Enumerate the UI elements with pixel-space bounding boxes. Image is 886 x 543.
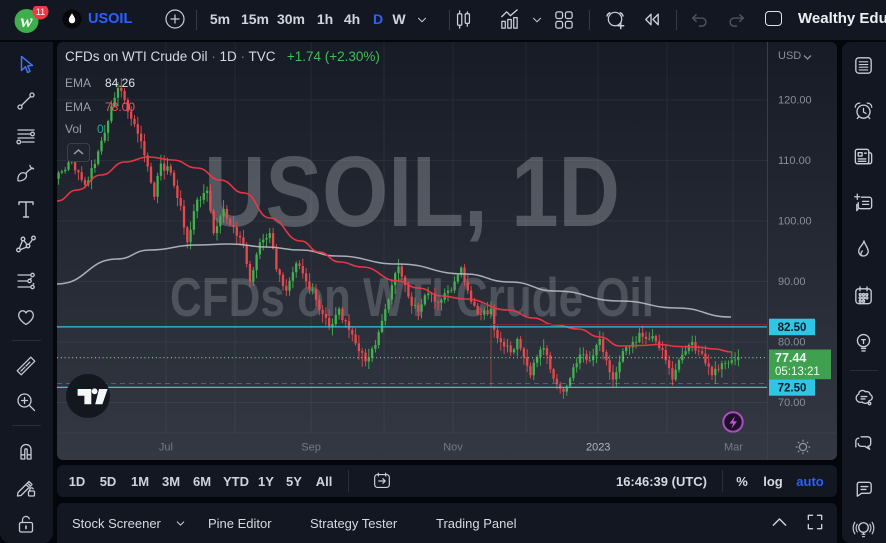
- svg-text:82.50: 82.50: [778, 322, 807, 334]
- svg-text:70.00: 70.00: [778, 397, 806, 409]
- svg-text:2023: 2023: [586, 442, 610, 454]
- svg-text:w: w: [20, 11, 33, 31]
- svg-text:100.00: 100.00: [778, 216, 812, 228]
- svg-text:USD: USD: [778, 50, 801, 62]
- svg-text:72.50: 72.50: [778, 382, 807, 394]
- svg-text:77.44: 77.44: [775, 351, 806, 365]
- svg-text:Sep: Sep: [301, 442, 321, 454]
- svg-text:Nov: Nov: [443, 442, 463, 454]
- svg-text:80.00: 80.00: [778, 337, 806, 349]
- svg-text:05:13:21: 05:13:21: [775, 366, 820, 378]
- svg-text:USOIL, 1D: USOIL, 1D: [204, 136, 620, 248]
- svg-text:110.00: 110.00: [778, 155, 811, 167]
- svg-text:90.00: 90.00: [778, 276, 806, 288]
- svg-text:120.00: 120.00: [778, 95, 812, 107]
- svg-text:Mar: Mar: [724, 442, 743, 454]
- svg-text:Jul: Jul: [159, 442, 173, 454]
- svg-text:11: 11: [36, 7, 45, 17]
